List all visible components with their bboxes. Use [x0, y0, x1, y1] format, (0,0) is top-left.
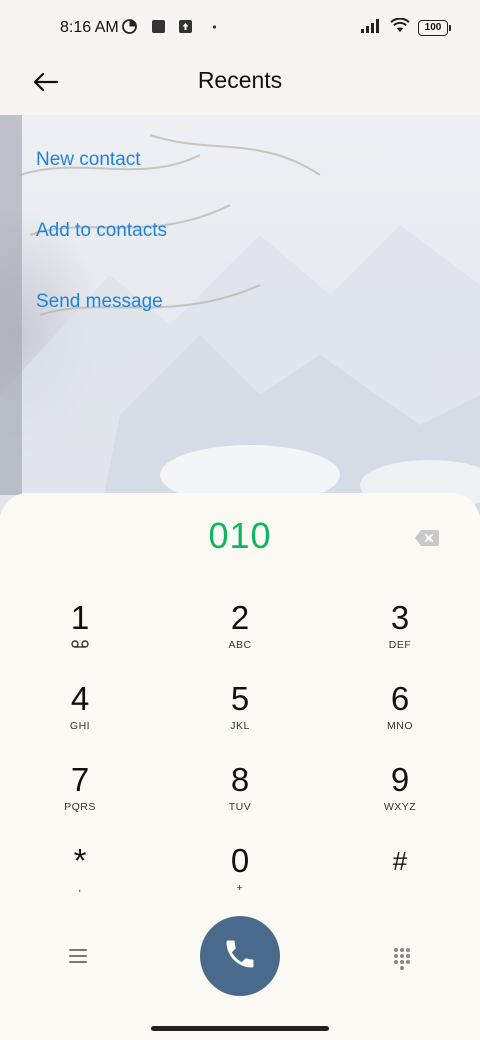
phone-icon	[222, 936, 258, 977]
dialpad-toggle-button[interactable]	[388, 944, 416, 972]
key-digit: *	[73, 842, 87, 879]
key-letters: +	[236, 882, 244, 894]
key-letters: WXYZ	[383, 801, 417, 813]
key-digit: 2	[230, 599, 250, 636]
key-1[interactable]: 1	[20, 599, 140, 669]
key-2[interactable]: 2 ABC	[180, 599, 300, 669]
key-6[interactable]: 6 MNO	[340, 680, 460, 750]
backspace-button[interactable]	[414, 528, 440, 548]
status-icons-right: 100	[360, 17, 451, 38]
menu-button[interactable]	[62, 944, 94, 968]
key-digit: 8	[230, 761, 250, 798]
key-8[interactable]: 8 TUV	[180, 761, 300, 831]
dialed-number: 010	[208, 515, 272, 556]
add-to-contacts-link[interactable]: Add to contacts	[36, 211, 336, 282]
menu-icon	[62, 949, 94, 972]
contact-actions: New contact Add to contacts Send message	[36, 140, 336, 353]
new-contact-link[interactable]: New contact	[36, 140, 336, 211]
key-letters: ,	[78, 882, 82, 894]
key-7[interactable]: 7 PQRS	[20, 761, 140, 831]
wifi-icon	[390, 17, 410, 38]
dialpad-icon	[388, 948, 416, 976]
key-star[interactable]: * ,	[20, 842, 140, 912]
backspace-icon	[414, 530, 440, 552]
key-9[interactable]: 9 WXYZ	[340, 761, 460, 831]
key-letters: TUV	[228, 801, 252, 813]
dot-icon	[207, 19, 222, 34]
key-4[interactable]: 4 GHI	[20, 680, 140, 750]
upload-icon	[178, 19, 193, 34]
key-digit: 0	[230, 842, 250, 879]
signal-icon	[360, 18, 382, 38]
call-button[interactable]	[200, 916, 280, 996]
send-message-link[interactable]: Send message	[36, 282, 336, 353]
key-hash[interactable]: #	[340, 842, 460, 912]
key-digit: 3	[390, 599, 410, 636]
key-letters: DEF	[388, 639, 412, 651]
key-digit: #	[392, 846, 408, 876]
status-icons-left	[122, 19, 222, 34]
key-digit: 5	[230, 680, 250, 717]
key-digit: 4	[70, 680, 90, 717]
dialer-bottom-row	[0, 916, 480, 996]
key-digit: 7	[70, 761, 90, 798]
battery-icon: 100	[418, 20, 451, 36]
key-digit: 9	[390, 761, 410, 798]
key-letters: MNO	[387, 720, 413, 732]
key-letters: PQRS	[64, 801, 96, 813]
status-time: 8:16 AM	[60, 19, 119, 36]
data-saver-icon	[122, 19, 137, 34]
header: Recents	[0, 56, 480, 115]
key-letters: ABC	[228, 639, 252, 651]
voicemail-icon	[20, 639, 140, 653]
key-digit: 6	[390, 680, 410, 717]
key-letters: GHI	[69, 720, 91, 732]
key-letters	[340, 882, 460, 896]
key-letters: JKL	[230, 720, 250, 732]
square-app-icon	[151, 19, 166, 34]
home-indicator[interactable]	[151, 1026, 329, 1031]
key-5[interactable]: 5 JKL	[180, 680, 300, 750]
page-title: Recents	[197, 67, 283, 93]
status-bar: 8:16 AM 100	[0, 0, 480, 56]
key-3[interactable]: 3 DEF	[340, 599, 460, 669]
key-0[interactable]: 0 +	[180, 842, 300, 912]
key-digit: 1	[70, 599, 90, 636]
